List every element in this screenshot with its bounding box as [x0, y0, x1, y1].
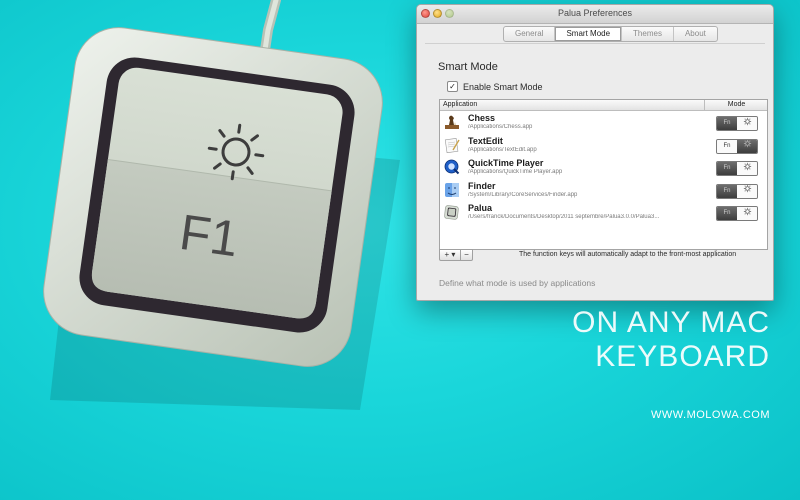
table-row[interactable]: Chess /Applications/Chess.app Fn [440, 111, 767, 134]
mode-fn-segment[interactable]: Fn [717, 184, 737, 198]
mode-fn-segment[interactable]: Fn [717, 162, 737, 175]
column-header-application[interactable]: Application [443, 100, 477, 110]
app-name: Palua [468, 203, 493, 213]
tab-bar: General Smart Mode Themes About [503, 26, 718, 42]
mode-toggle[interactable]: Fn [716, 161, 758, 176]
sun-icon [743, 162, 751, 171]
sun-icon [743, 185, 751, 193]
section-title: Smart Mode [438, 61, 498, 73]
window-title: Palua Preferences [557, 8, 633, 18]
table-row[interactable]: TextEdit /Applications/TextEdit.app Fn [440, 134, 767, 157]
remove-application-button[interactable]: − [461, 249, 473, 261]
table-header: Application Mode [440, 100, 767, 111]
promo-line-2: KEYBOARD [595, 340, 770, 373]
tab-general[interactable]: General [504, 27, 556, 41]
smart-mode-panel: Smart Mode ✓ Enable Smart Mode Applicati… [425, 43, 768, 292]
mode-fn-segment[interactable]: Fn [717, 117, 737, 130]
table-row[interactable]: Finder /System/Library/CoreServices/Find… [440, 179, 767, 202]
app-path: /Applications/TextEdit.app [468, 146, 537, 153]
mode-brightness-segment[interactable] [737, 184, 757, 198]
table-row[interactable]: QuickTime Player /Applications/QuickTime… [440, 156, 767, 179]
finder-icon [445, 182, 459, 197]
website-link[interactable]: WWW.MOLOWA.COM [651, 409, 770, 421]
mode-brightness-segment[interactable] [737, 139, 757, 153]
key-label: F1 [176, 204, 242, 268]
app-path: /Applications/QuickTime Player.app [468, 169, 563, 175]
preferences-window: Palua Preferences General Smart Mode The… [416, 4, 774, 301]
mode-brightness-segment[interactable] [737, 207, 757, 220]
tab-about[interactable]: About [674, 27, 717, 41]
applications-table: Application Mode Chess /Applications/Che… [439, 99, 768, 250]
tab-smart-mode[interactable]: Smart Mode [555, 27, 623, 41]
add-application-button[interactable]: + ▾ [439, 249, 461, 261]
enable-smart-mode-label: Enable Smart Mode [463, 81, 543, 92]
info-text: The function keys will automatically ada… [519, 251, 737, 258]
sun-icon [743, 117, 751, 126]
mode-fn-segment[interactable]: Fn [717, 139, 737, 153]
enable-smart-mode-row[interactable]: ✓ Enable Smart Mode [447, 81, 543, 92]
mode-toggle[interactable]: Fn [716, 116, 758, 131]
mode-toggle[interactable]: Fn [716, 206, 758, 221]
app-path: /Users/franck/Documents/Desktop/2011 sep… [468, 214, 660, 220]
mode-fn-segment[interactable]: Fn [717, 207, 737, 220]
table-row[interactable]: Palua /Users/franck/Documents/Desktop/20… [440, 201, 767, 224]
promo-line-1: ON ANY MAC [572, 306, 770, 339]
app-name: TextEdit [468, 135, 503, 146]
chess-icon [445, 115, 459, 129]
app-name: Finder [468, 180, 496, 191]
title-bar[interactable]: Palua Preferences [417, 5, 773, 24]
f1-key-illustration: F1 [43, 0, 400, 410]
quicktime-icon [444, 159, 460, 175]
tab-themes[interactable]: Themes [622, 27, 674, 41]
footer-description: Define what mode is used by applications [439, 278, 596, 288]
mode-brightness-segment[interactable] [737, 117, 757, 130]
sun-icon [743, 140, 751, 148]
enable-smart-mode-checkbox[interactable]: ✓ [447, 81, 458, 92]
table-actions: + ▾ − [439, 249, 473, 261]
sun-icon [743, 207, 751, 216]
app-name: Chess [468, 113, 496, 123]
table-rows: Chess /Applications/Chess.app Fn TextEdi… [440, 111, 767, 224]
mode-toggle[interactable]: Fn [716, 138, 758, 154]
column-header-mode[interactable]: Mode [704, 100, 768, 110]
palua-icon [444, 205, 459, 220]
app-name: QuickTime Player [468, 158, 544, 168]
mode-brightness-segment[interactable] [737, 162, 757, 175]
mode-toggle[interactable]: Fn [716, 183, 758, 199]
promo-headline: ON ANY MAC KEYBOARD [572, 306, 770, 374]
textedit-icon [444, 137, 460, 153]
app-path: /Applications/Chess.app [468, 124, 533, 130]
app-path: /System/Library/CoreServices/Finder.app [468, 191, 578, 198]
